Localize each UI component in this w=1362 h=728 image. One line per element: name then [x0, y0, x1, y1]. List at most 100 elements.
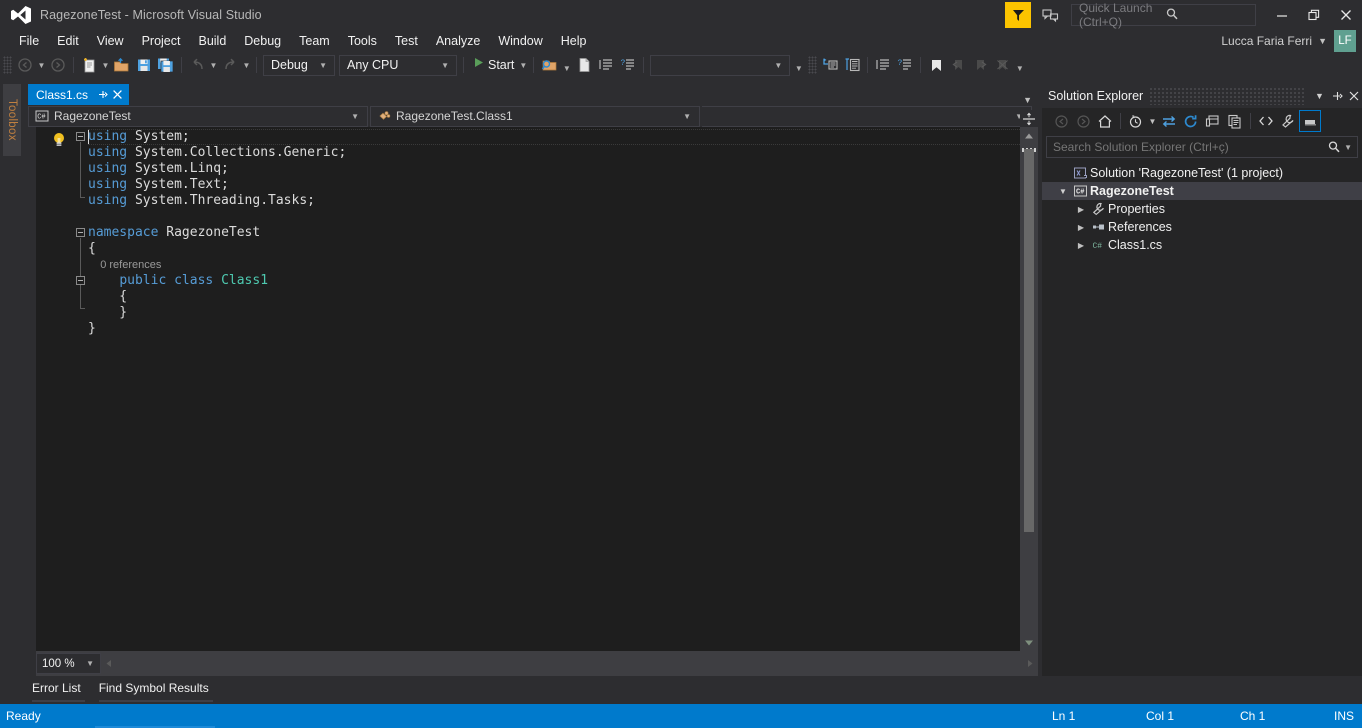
solution-explorer-search[interactable]: ▼: [1046, 136, 1358, 158]
editor-outlining-margin[interactable]: [74, 127, 88, 651]
expander-expand-icon[interactable]: ▶: [1074, 205, 1088, 214]
window-dropdown-icon[interactable]: ▼: [1311, 85, 1328, 107]
menu-item-help[interactable]: Help: [552, 32, 596, 50]
quick-actions-lightbulb-icon[interactable]: [52, 132, 66, 153]
redo-icon[interactable]: [219, 54, 241, 76]
decrease-indent-icon[interactable]: ?: [894, 54, 916, 76]
new-project-dropdown[interactable]: ▼: [100, 54, 111, 76]
undo-dropdown[interactable]: ▼: [208, 54, 219, 76]
scroll-right-button[interactable]: [1021, 659, 1038, 668]
tree-row-solution[interactable]: Solution 'RagezoneTest' (1 project): [1042, 164, 1362, 182]
clear-bookmarks-icon[interactable]: [991, 54, 1013, 76]
solution-tree[interactable]: Solution 'RagezoneTest' (1 project) ▼ C#…: [1042, 164, 1362, 254]
editor-zoom-combo[interactable]: 100 % ▼: [36, 653, 101, 674]
home-icon[interactable]: [1094, 110, 1116, 132]
view-code-icon[interactable]: [1255, 110, 1277, 132]
active-files-dropdown-icon[interactable]: ▼: [1023, 95, 1038, 105]
next-bookmark-icon[interactable]: [969, 54, 991, 76]
properties-wrench-icon[interactable]: [1277, 110, 1299, 132]
account-area[interactable]: Lucca Faria Ferri ▼ LF: [1221, 30, 1362, 52]
tree-row-references[interactable]: ▶ References: [1042, 218, 1362, 236]
navbar-member-combo[interactable]: RagezoneTest.Class1 ▼: [370, 105, 700, 127]
feedback-flag-icon[interactable]: [1005, 2, 1031, 28]
avatar[interactable]: LF: [1334, 30, 1356, 52]
toolbox-tab[interactable]: Toolbox: [3, 84, 21, 156]
navbar-project-combo[interactable]: C# RagezoneTest ▼: [28, 105, 368, 127]
redo-dropdown[interactable]: ▼: [241, 54, 252, 76]
close-icon[interactable]: [110, 86, 125, 103]
menu-item-view[interactable]: View: [88, 32, 133, 50]
chevron-down-icon[interactable]: ▼: [1318, 36, 1327, 46]
toolbar-overflow-icon[interactable]: ▼: [560, 54, 573, 76]
save-icon[interactable]: [133, 54, 155, 76]
pending-changes-icon[interactable]: [1125, 110, 1147, 132]
scroll-up-button[interactable]: [1020, 127, 1038, 144]
navigate-back-icon[interactable]: [14, 54, 36, 76]
collapse-all-icon[interactable]: [1202, 110, 1224, 132]
new-file-icon[interactable]: [573, 54, 595, 76]
navbar-extra-combo[interactable]: ▼: [702, 105, 1032, 127]
navigate-forward-icon[interactable]: [47, 54, 69, 76]
restore-button[interactable]: [1298, 0, 1330, 30]
menu-item-debug[interactable]: Debug: [235, 32, 290, 50]
fold-toggle-usings[interactable]: [76, 132, 85, 141]
solution-configuration-combo[interactable]: Debug ▼: [263, 54, 335, 76]
menu-item-project[interactable]: Project: [133, 32, 190, 50]
menu-item-test[interactable]: Test: [386, 32, 427, 50]
uncomment-selection-icon[interactable]: ?: [617, 54, 639, 76]
split-editor-icon[interactable]: [1020, 110, 1038, 127]
expander-collapse-icon[interactable]: ▼: [1056, 187, 1070, 196]
solution-platform-combo[interactable]: Any CPU ▼: [339, 54, 457, 76]
scrollbar-thumb[interactable]: [1024, 149, 1034, 532]
pin-icon[interactable]: [95, 86, 110, 103]
chevron-down-icon[interactable]: ▼: [519, 61, 527, 70]
sync-with-active-document-icon[interactable]: [1158, 110, 1180, 132]
tree-row-project[interactable]: ▼ C# RagezoneTest: [1042, 182, 1362, 200]
previous-bookmark-icon[interactable]: [947, 54, 969, 76]
tab-error-list[interactable]: Error List: [28, 679, 95, 702]
status-insert-mode[interactable]: INS: [1334, 709, 1362, 723]
editor-code-text[interactable]: using System; using System.Collections.Ge…: [88, 127, 1038, 651]
new-project-icon[interactable]: [78, 54, 100, 76]
open-file-icon[interactable]: [111, 54, 133, 76]
pin-icon[interactable]: [1328, 85, 1345, 107]
toolbar-overflow-icon[interactable]: ▼: [1013, 54, 1026, 76]
tab-find-symbol-results[interactable]: Find Symbol Results: [95, 679, 223, 702]
document-tab-class1[interactable]: Class1.cs: [28, 84, 130, 105]
menu-item-analyze[interactable]: Analyze: [427, 32, 489, 50]
show-all-files-icon[interactable]: [1224, 110, 1246, 132]
find-toolbar-overflow-icon[interactable]: ▼: [792, 54, 805, 76]
chevron-down-icon[interactable]: ▼: [1147, 110, 1158, 132]
expander-expand-icon[interactable]: ▶: [1074, 241, 1088, 250]
navigate-back-icon[interactable]: [1050, 110, 1072, 132]
close-button[interactable]: [1330, 0, 1362, 30]
undo-icon[interactable]: [186, 54, 208, 76]
search-input[interactable]: [1053, 140, 1325, 154]
menu-item-window[interactable]: Window: [489, 32, 551, 50]
send-feedback-icon[interactable]: [1037, 2, 1063, 28]
expander-expand-icon[interactable]: ▶: [1074, 223, 1088, 232]
code-editor[interactable]: using System; using System.Collections.Ge…: [36, 127, 1038, 651]
menu-item-file[interactable]: File: [10, 32, 48, 50]
quick-launch-search[interactable]: Quick Launch (Ctrl+Q): [1071, 1, 1256, 29]
save-all-icon[interactable]: [155, 54, 177, 76]
fold-toggle-class[interactable]: [76, 276, 85, 285]
find-in-files-icon[interactable]: [538, 54, 560, 76]
preview-selected-items-icon[interactable]: [1299, 110, 1321, 132]
menu-item-team[interactable]: Team: [290, 32, 339, 50]
menu-item-build[interactable]: Build: [189, 32, 235, 50]
chevron-down-icon[interactable]: ▼: [1344, 143, 1357, 152]
menu-item-tools[interactable]: Tools: [339, 32, 386, 50]
close-icon[interactable]: [1345, 85, 1362, 107]
toolbar-grip[interactable]: [3, 56, 12, 74]
minimize-button[interactable]: [1266, 0, 1298, 30]
search-icon[interactable]: [1324, 140, 1344, 154]
menu-item-edit[interactable]: Edit: [48, 32, 88, 50]
toolbar-grip[interactable]: [808, 56, 818, 74]
step-into-icon[interactable]: [819, 54, 841, 76]
navigate-back-dropdown[interactable]: ▼: [36, 54, 47, 76]
scroll-down-button[interactable]: [1020, 634, 1038, 651]
fold-toggle-namespace[interactable]: [76, 228, 85, 237]
tree-row-properties[interactable]: ▶ Properties: [1042, 200, 1362, 218]
scroll-left-button[interactable]: [101, 659, 118, 668]
